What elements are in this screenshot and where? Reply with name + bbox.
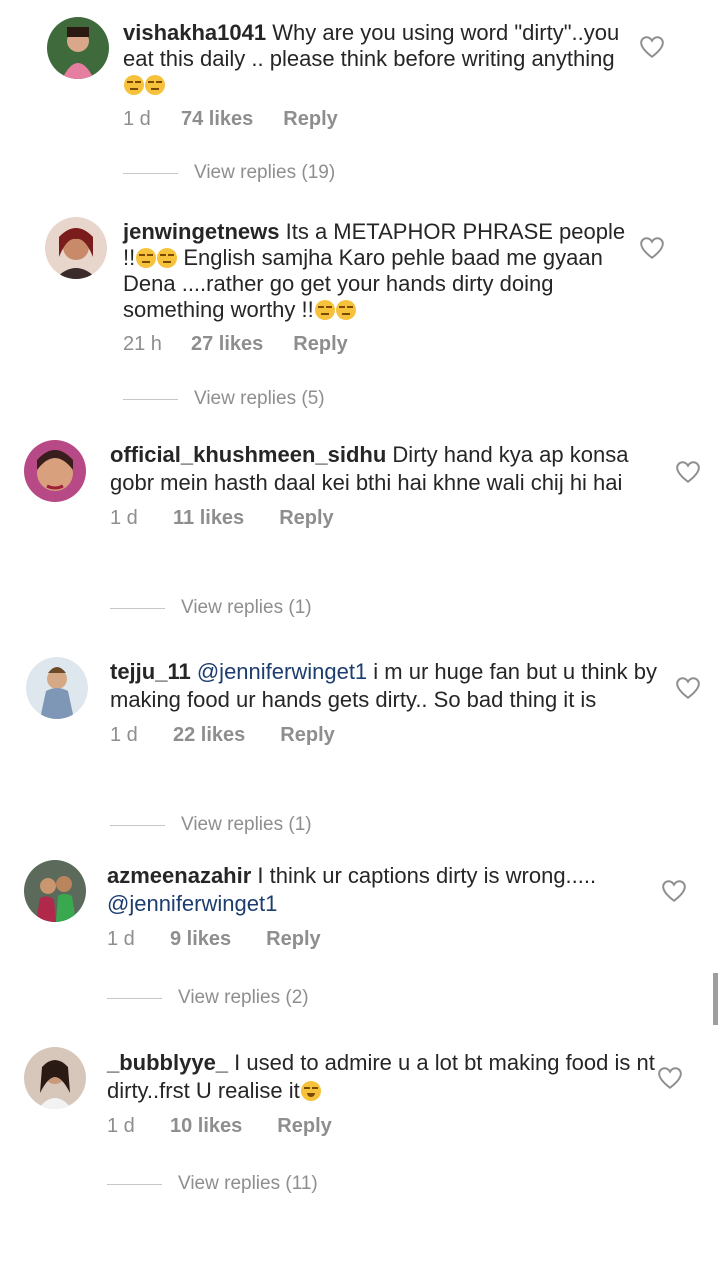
comment-text: jenwingetnews Its a METAPHOR PHRASE peop…	[123, 219, 626, 322]
unamused-emoji	[335, 300, 356, 320]
comment-likes[interactable]: 22 likes	[173, 724, 245, 747]
reply-button[interactable]: Reply	[280, 724, 334, 747]
scrollbar-thumb[interactable]	[713, 973, 718, 1025]
heart-outline-icon[interactable]	[639, 236, 665, 260]
mention-link[interactable]: @jenniferwinget1	[197, 659, 367, 684]
expressionless-emoji	[136, 248, 157, 268]
comment-likes[interactable]: 74 likes	[181, 108, 253, 131]
heart-outline-icon[interactable]	[657, 1066, 683, 1090]
comment-username[interactable]: jenwingetnews	[123, 219, 279, 244]
divider-line	[110, 824, 165, 826]
comment-username[interactable]: vishakha1041	[123, 20, 266, 45]
view-replies-button[interactable]: View replies (2)	[107, 987, 309, 1009]
expressionless-emoji	[314, 300, 335, 320]
view-replies-button[interactable]: View replies (11)	[107, 1173, 318, 1195]
expressionless-emoji	[124, 75, 144, 95]
reply-button[interactable]: Reply	[283, 108, 337, 131]
comment-text: azmeenazahir I think ur captions dirty i…	[107, 863, 597, 916]
comment-text: official_khushmeen_sidhu Dirty hand kya …	[110, 442, 629, 495]
comment-time: 1 d	[107, 928, 135, 950]
comment-text: vishakha1041 Why are you using word "dir…	[123, 20, 633, 98]
reply-button[interactable]: Reply	[279, 507, 333, 530]
divider-line	[107, 1183, 162, 1185]
divider-line	[110, 607, 165, 609]
heart-outline-icon[interactable]	[675, 676, 701, 700]
avatar[interactable]	[24, 1047, 86, 1109]
avatar[interactable]	[26, 657, 88, 719]
reply-button[interactable]: Reply	[293, 333, 347, 356]
divider-line	[107, 997, 162, 999]
comment-time: 21 h	[123, 333, 162, 355]
comment-time: 1 d	[123, 108, 151, 130]
avatar[interactable]	[45, 217, 107, 279]
smiling-emoji	[300, 1081, 321, 1101]
expressionless-emoji	[145, 75, 165, 95]
avatar[interactable]	[47, 17, 109, 79]
heart-outline-icon[interactable]	[661, 879, 687, 903]
reply-button[interactable]: Reply	[266, 928, 320, 951]
avatar[interactable]	[24, 440, 86, 502]
avatar[interactable]	[24, 860, 86, 922]
comment-likes[interactable]: 9 likes	[170, 928, 231, 951]
reply-button[interactable]: Reply	[277, 1115, 331, 1138]
heart-outline-icon[interactable]	[675, 460, 701, 484]
view-replies-button[interactable]: View replies (5)	[123, 388, 325, 410]
comment-username[interactable]: official_khushmeen_sidhu	[110, 442, 386, 467]
heart-outline-icon[interactable]	[639, 35, 665, 59]
comment-likes[interactable]: 11 likes	[173, 507, 244, 530]
comment-time: 1 d	[107, 1115, 135, 1137]
view-replies-button[interactable]: View replies (1)	[110, 814, 312, 836]
comment-text: _bubblyye_ I used to admire u a lot bt m…	[107, 1050, 655, 1103]
mention-link[interactable]: @jenniferwinget1	[107, 891, 277, 916]
comment-likes[interactable]: 10 likes	[170, 1115, 242, 1138]
comment-time: 1 d	[110, 724, 138, 746]
unamused-emoji	[157, 248, 178, 268]
view-replies-button[interactable]: View replies (19)	[123, 162, 335, 184]
comment-time: 1 d	[110, 507, 138, 529]
view-replies-button[interactable]: View replies (1)	[110, 597, 312, 619]
comment-text: tejju_11 @jenniferwinget1 i m ur huge fa…	[110, 659, 658, 712]
divider-line	[123, 398, 178, 400]
comment-username[interactable]: azmeenazahir	[107, 863, 251, 888]
comment-username[interactable]: tejju_11	[110, 659, 191, 684]
divider-line	[123, 172, 178, 174]
comment-username[interactable]: _bubblyye_	[107, 1050, 228, 1075]
comment-likes[interactable]: 27 likes	[191, 333, 263, 356]
